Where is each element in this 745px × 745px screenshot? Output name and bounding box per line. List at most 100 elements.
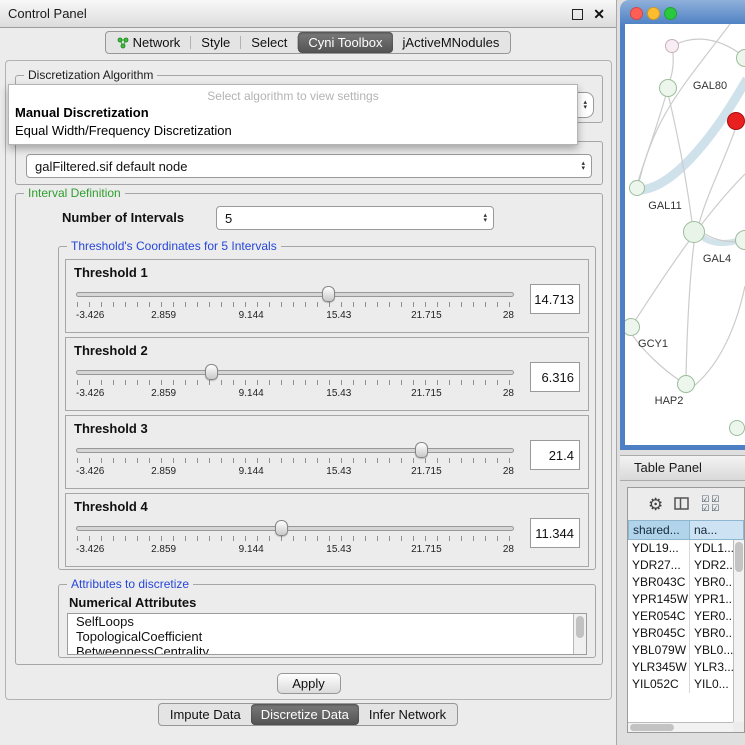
slider-ticks — [77, 380, 513, 385]
minimize-traffic-light-icon[interactable] — [647, 7, 660, 20]
column-header-shared-name[interactable]: shared... — [628, 520, 690, 540]
table-horizontal-scrollbar[interactable] — [628, 722, 733, 732]
threshold-3-slider[interactable]: -3.426 2.859 9.144 15.43 21.715 28 — [76, 439, 514, 483]
slider-track[interactable] — [76, 292, 514, 297]
table-cell[interactable]: YBL079W — [628, 642, 690, 659]
list-scrollbar-thumb[interactable] — [576, 616, 584, 638]
threshold-4-value-field[interactable]: 11.344 — [530, 518, 580, 548]
scale-label: 15.43 — [326, 388, 351, 399]
table-vertical-scrollbar[interactable] — [733, 540, 744, 722]
column-header-name[interactable]: na... — [690, 520, 744, 540]
numerical-attributes-label: Numerical Attributes — [69, 595, 196, 610]
table-row[interactable]: YLR345WYLR3... — [628, 659, 733, 676]
cyni-toolbox-panel: Discretization Algorithm ▴▾ Table Data g… — [5, 60, 612, 700]
table-row[interactable]: YDR27...YDR2... — [628, 557, 733, 574]
number-of-intervals-combobox[interactable]: 5 ▴▾ — [216, 206, 494, 230]
list-item[interactable]: SelfLoops — [68, 614, 586, 629]
table-row[interactable]: YIL052CYIL0... — [628, 676, 733, 693]
table-cell[interactable]: YPR145W — [628, 591, 690, 608]
network-node[interactable] — [629, 180, 645, 196]
table-row[interactable]: YBL079WYBL0... — [628, 642, 733, 659]
threshold-4-slider[interactable]: -3.426 2.859 9.144 15.43 21.715 28 — [76, 517, 514, 561]
tab-infer-network[interactable]: Infer Network — [359, 704, 456, 725]
table-cell[interactable]: YBR0... — [690, 625, 733, 642]
network-node-selected[interactable] — [727, 112, 745, 130]
threshold-3-value-field[interactable]: 21.4 — [530, 440, 580, 470]
network-node[interactable] — [729, 420, 745, 436]
top-tab-strip: Network Style Select Cyni Toolbox jActiv… — [0, 31, 616, 54]
table-row[interactable]: YPR145WYPR1... — [628, 591, 733, 608]
table-cell[interactable]: YLR3... — [690, 659, 733, 676]
table-cell[interactable]: YBR045C — [628, 625, 690, 642]
slider-thumb[interactable] — [205, 364, 218, 380]
network-window[interactable]: GAL80 GAL11 GAL4 GCY1 HAP2 — [620, 0, 745, 450]
tab-impute-data-label: Impute Data — [170, 707, 241, 722]
table-row[interactable]: YDL19...YDL1... — [628, 540, 733, 557]
table-row[interactable]: YBR043CYBR0... — [628, 574, 733, 591]
float-window-icon[interactable] — [572, 9, 583, 20]
slider-thumb[interactable] — [275, 520, 288, 536]
dropdown-item-equal-width[interactable]: Equal Width/Frequency Discretization — [9, 122, 577, 140]
slider-track[interactable] — [76, 370, 514, 375]
network-node[interactable] — [665, 39, 679, 53]
table-cell[interactable]: YER0... — [690, 608, 733, 625]
scale-label: 2.859 — [151, 466, 176, 477]
slider-track[interactable] — [76, 448, 514, 453]
network-canvas[interactable]: GAL80 GAL11 GAL4 GCY1 HAP2 — [625, 24, 745, 445]
select-mode-icons[interactable]: ☑☑☑☑ — [701, 495, 721, 513]
tab-select[interactable]: Select — [241, 32, 297, 53]
table-row[interactable]: YBR045CYBR0... — [628, 625, 733, 642]
scale-label: 9.144 — [239, 544, 264, 555]
tab-style[interactable]: Style — [191, 32, 240, 53]
threshold-2-value-field[interactable]: 6.316 — [530, 362, 580, 392]
dropdown-placeholder: Select algorithm to view settings — [9, 87, 577, 104]
network-node[interactable] — [683, 221, 705, 243]
close-traffic-light-icon[interactable] — [630, 7, 643, 20]
tab-jactivemnodules[interactable]: jActiveMNodules — [393, 32, 510, 53]
threshold-2-slider[interactable]: -3.426 2.859 9.144 15.43 21.715 28 — [76, 361, 514, 405]
scrollbar-thumb[interactable] — [735, 542, 743, 572]
table-cell[interactable]: YIL052C — [628, 676, 690, 693]
table-cell[interactable]: YIL0... — [690, 676, 733, 693]
table-cell[interactable]: YLR345W — [628, 659, 690, 676]
table-cell[interactable]: YBR043C — [628, 574, 690, 591]
scrollbar-thumb[interactable] — [630, 724, 674, 731]
threshold-1-slider[interactable]: -3.426 2.859 9.144 15.43 21.715 28 — [76, 283, 514, 327]
tab-impute-data[interactable]: Impute Data — [160, 704, 251, 725]
tab-cyni-toolbox[interactable]: Cyni Toolbox — [298, 32, 392, 53]
scale-label: 15.43 — [326, 466, 351, 477]
table-data-combobox[interactable]: galFiltered.sif default node ▴▾ — [26, 154, 592, 178]
slider-thumb[interactable] — [415, 442, 428, 458]
apply-button[interactable]: Apply — [277, 673, 341, 694]
table-cell[interactable]: YER054C — [628, 608, 690, 625]
tab-discretize-data[interactable]: Discretize Data — [251, 704, 359, 725]
list-scrollbar[interactable] — [573, 614, 586, 654]
columns-icon[interactable] — [674, 497, 690, 511]
table-cell[interactable]: YDL1... — [690, 540, 733, 557]
gear-icon[interactable]: ⚙ — [648, 496, 663, 513]
tab-network[interactable]: Network — [107, 32, 191, 53]
table-cell[interactable]: YPR1... — [690, 591, 733, 608]
table-toolbar: ⚙ ☑☑☑☑ — [628, 488, 744, 520]
table-cell[interactable]: YDL19... — [628, 540, 690, 557]
table-cell[interactable]: YDR2... — [690, 557, 733, 574]
slider-thumb[interactable] — [322, 286, 335, 302]
slider-ticks — [77, 302, 513, 307]
close-icon[interactable]: ✕ — [593, 5, 605, 23]
network-node[interactable] — [659, 79, 677, 97]
slider-track[interactable] — [76, 526, 514, 531]
table-cell[interactable]: YBL0... — [690, 642, 733, 659]
numerical-attributes-list[interactable]: SelfLoops TopologicalCoefficient Between… — [67, 613, 587, 655]
dropdown-item-manual-discretization[interactable]: Manual Discretization — [9, 104, 577, 122]
network-node[interactable] — [677, 375, 695, 393]
table-row[interactable]: YER054CYER0... — [628, 608, 733, 625]
list-item[interactable]: BetweennessCentrality — [68, 644, 586, 655]
threshold-1-value-field[interactable]: 14.713 — [530, 284, 580, 314]
zoom-traffic-light-icon[interactable] — [664, 7, 677, 20]
threshold-2-label: Threshold 2 — [74, 343, 580, 358]
thresholds-group-label: Threshold's Coordinates for 5 Intervals — [67, 239, 281, 253]
list-item[interactable]: TopologicalCoefficient — [68, 629, 586, 644]
table-cell[interactable]: YDR27... — [628, 557, 690, 574]
table-cell[interactable]: YBR0... — [690, 574, 733, 591]
tab-discretize-data-label: Discretize Data — [261, 707, 349, 722]
